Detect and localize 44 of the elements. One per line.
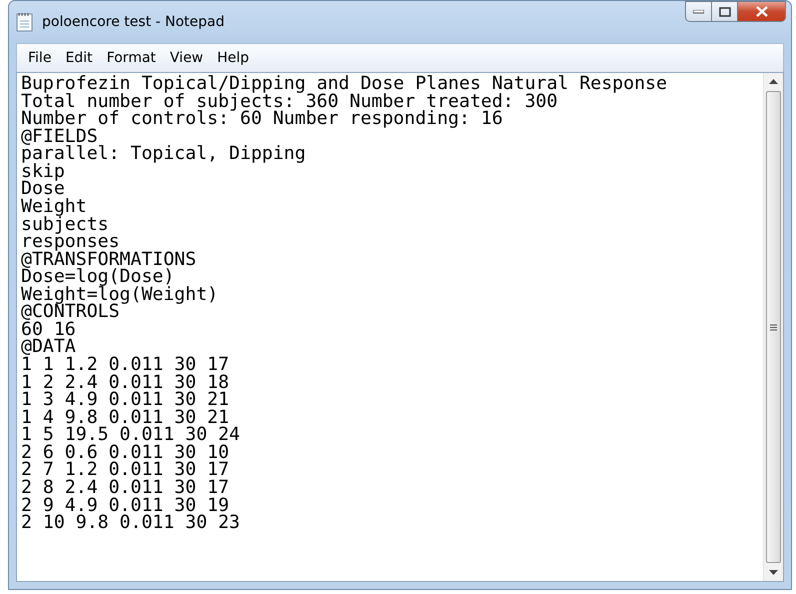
menu-item[interactable]: Edit [58, 48, 100, 68]
text-line: responses [21, 233, 120, 251]
text-line: skip [21, 162, 65, 180]
window-title: poloencore test - Notepad [42, 14, 224, 30]
text-line: 2 8 2.4 0.011 30 17 [21, 478, 230, 496]
text-line: @FIELDS [21, 128, 98, 146]
text-line: 1 2 2.4 0.011 30 18 [21, 374, 230, 392]
close-icon [756, 6, 768, 17]
text-line: @TRANSFORMATIONS [21, 250, 196, 268]
text-line: Weight [21, 198, 87, 216]
close-button[interactable] [738, 1, 786, 22]
minimize-icon [693, 10, 704, 14]
text-line: Dose=log(Dose) [21, 268, 174, 286]
text-line: 1 3 4.9 0.011 30 21 [21, 391, 230, 409]
menu-item[interactable]: Format [100, 48, 163, 68]
text-line: 2 7 1.2 0.011 30 17 [21, 461, 230, 479]
text-line: 60 16 [21, 320, 76, 338]
minimize-button[interactable] [685, 1, 712, 22]
text-line: 1 1 1.2 0.011 30 17 [21, 356, 230, 374]
text-line: 2 10 9.8 0.011 30 23 [21, 514, 240, 532]
text-line: Number of controls: 60 Number responding: 16 [21, 110, 503, 128]
menu-item[interactable]: File [21, 48, 58, 68]
notepad-icon [16, 12, 34, 32]
grip-icon [770, 324, 777, 330]
text-line: Dose [21, 180, 65, 198]
maximize-button[interactable] [712, 1, 738, 22]
text-line: @DATA [21, 338, 76, 356]
scroll-up-icon[interactable] [769, 79, 778, 84]
text-line: 1 5 19.5 0.011 30 24 [21, 426, 240, 444]
scroll-down-icon[interactable] [769, 570, 778, 575]
scrollbar-thumb[interactable] [766, 91, 781, 563]
menu-item[interactable]: View [162, 48, 210, 68]
text-line: 2 9 4.9 0.011 30 19 [21, 496, 230, 514]
menu-item[interactable]: Help [210, 48, 256, 68]
vertical-scrollbar[interactable] [763, 73, 783, 581]
text-line: 2 6 0.6 0.011 30 10 [21, 444, 230, 462]
text-line: parallel: Topical, Dipping [21, 145, 306, 163]
text-line: 1 4 9.8 0.011 30 21 [21, 408, 230, 426]
text-line: Buprofezin Topical/Dipping and Dose Planes Natural Response [21, 75, 668, 93]
maximize-icon [718, 6, 730, 16]
text-line: Total number of subjects: 360 Number treated: 300 [21, 92, 558, 110]
text-line: Weight=log(Weight) [21, 286, 218, 304]
text-line: subjects [21, 216, 109, 234]
text-line: @CONTROLS [21, 303, 120, 321]
